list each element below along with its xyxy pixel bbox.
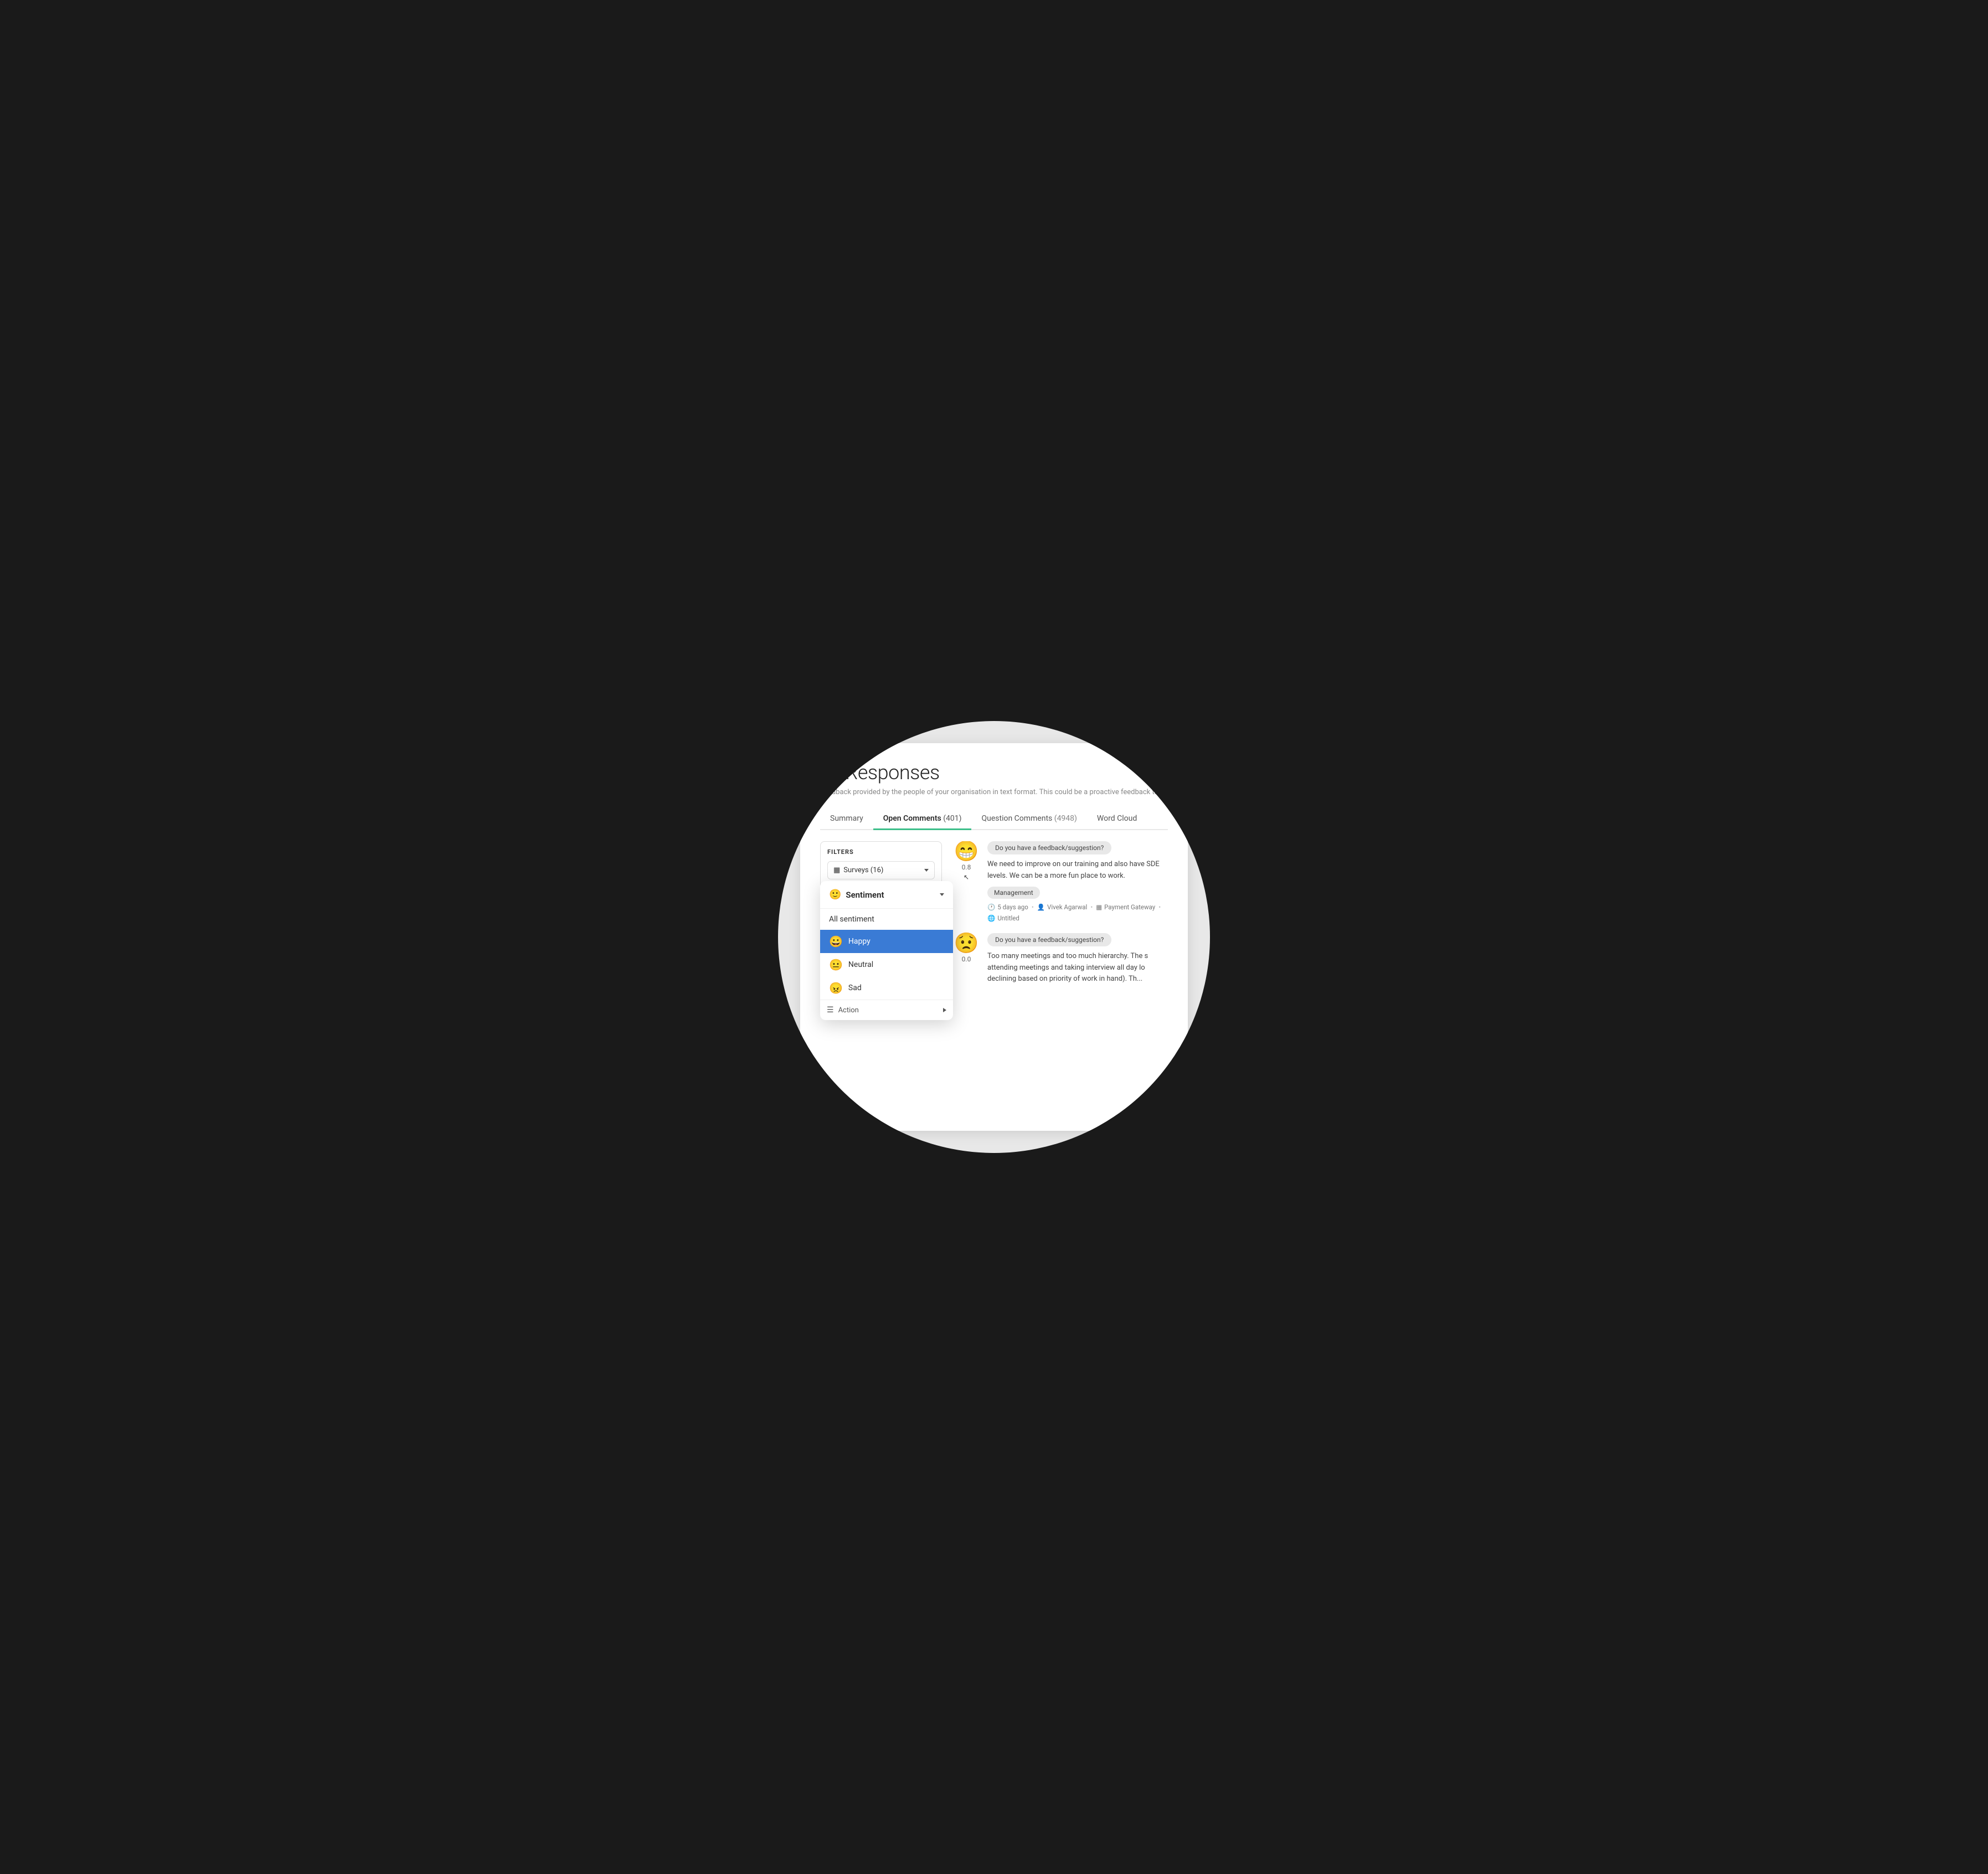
feedback-item: 😁 0.8 ↖ Do you have a feedback/suggestio… [953,841,1168,922]
surveys-icon: ▦ [833,866,840,874]
feedback-text-2: Too many meetings and too much hierarchy… [987,951,1168,985]
sentiment-header[interactable]: 🙂 Sentiment [820,881,953,909]
sad-label: Sad [848,984,862,992]
meta-dot-1: • [1032,903,1034,911]
feedback-content-2: Do you have a feedback/suggestion? Too m… [987,933,1168,990]
outer-circle: All Responses Feedback provided by the p… [778,721,1210,1153]
page-title: All Responses [820,761,1168,784]
sentiment-chevron-icon [940,893,944,896]
sentiment-option-all[interactable]: All sentiment [820,909,953,930]
globe-icon: 🌐 [987,914,995,922]
feedback-question-badge: Do you have a feedback/suggestion? [987,841,1111,854]
meta-globe: 🌐 Untitled [987,914,1019,922]
surveys-label: Surveys (16) [843,866,883,874]
feedback-meta: 🕐 5 days ago • 👤 Vivek Agarwal • ▦ [987,903,1168,922]
tab-summary[interactable]: Summary [820,809,873,830]
feedback-emoji-col-2: 😟 0.0 [953,933,980,990]
action-label: Action [838,1006,859,1015]
sentiment-dropdown: 🙂 Sentiment All sentiment 😀 Happy 😐 [820,881,953,1020]
tab-open-comments[interactable]: Open Comments (401) [873,809,972,830]
clock-icon: 🕐 [987,903,995,911]
user-icon: 👤 [1037,903,1045,911]
content-area: FILTERS ▦ Surveys (16) × Tech pulse surv… [820,841,1168,1126]
meta-dot-3: • [1158,903,1161,911]
team-icon: ▦ [1096,903,1102,911]
tabs-nav: Summary Open Comments (401) Question Com… [820,809,1168,830]
feedback-score: 0.8 [962,863,971,871]
happy-label: Happy [848,937,871,946]
meta-time: 🕐 5 days ago [987,903,1028,911]
page-subtitle: Feedback provided by the people of your … [820,787,1168,797]
feedback-text: We need to improve on our training and a… [987,859,1168,882]
feedback-emoji-col: 😁 0.8 ↖ [953,841,980,922]
feedback-question-badge-2: Do you have a feedback/suggestion? [987,933,1111,946]
feedback-list: 😁 0.8 ↖ Do you have a feedback/suggestio… [953,841,1168,1126]
main-card: All Responses Feedback provided by the p… [800,743,1188,1131]
meta-dot-2: • [1090,903,1093,911]
cursor-icon: ↖ [964,873,969,881]
sentiment-face-icon: 🙂 [829,889,841,900]
sentiment-option-neutral[interactable]: 😐 Neutral [820,953,953,976]
feedback-emoji-icon-2: 😟 [954,933,979,953]
meta-team: ▦ Payment Gateway [1096,903,1155,911]
meta-user: 👤 Vivek Agarwal [1037,903,1088,911]
sentiment-option-sad[interactable]: 😠 Sad [820,976,953,1000]
neutral-label: Neutral [848,960,873,969]
feedback-content: Do you have a feedback/suggestion? We ne… [987,841,1168,922]
tab-word-cloud[interactable]: Word Cloud [1087,809,1147,830]
tab-question-comments[interactable]: Question Comments (4948) [971,809,1086,830]
sad-emoji-icon: 😠 [829,982,843,993]
feedback-tag-badge: Management [987,887,1040,899]
surveys-dropdown[interactable]: ▦ Surveys (16) [827,861,935,879]
sentiment-option-happy[interactable]: 😀 Happy [820,930,953,953]
filters-label: FILTERS [827,848,935,856]
happy-emoji-icon: 😀 [829,936,843,947]
sentiment-title: Sentiment [846,890,884,900]
all-sentiment-label: All sentiment [829,915,874,924]
action-list-icon: ☰ [827,1006,834,1015]
action-arrow-icon [943,1008,946,1012]
neutral-emoji-icon: 😐 [829,959,843,970]
feedback-score-2: 0.0 [962,955,971,963]
action-row[interactable]: ☰ Action [820,1000,953,1020]
feedback-emoji-icon: 😁 [954,841,979,861]
filters-panel: FILTERS ▦ Surveys (16) × Tech pulse surv… [820,841,942,1126]
feedback-item: 😟 0.0 Do you have a feedback/suggestion?… [953,933,1168,990]
surveys-chevron-icon [924,869,929,872]
